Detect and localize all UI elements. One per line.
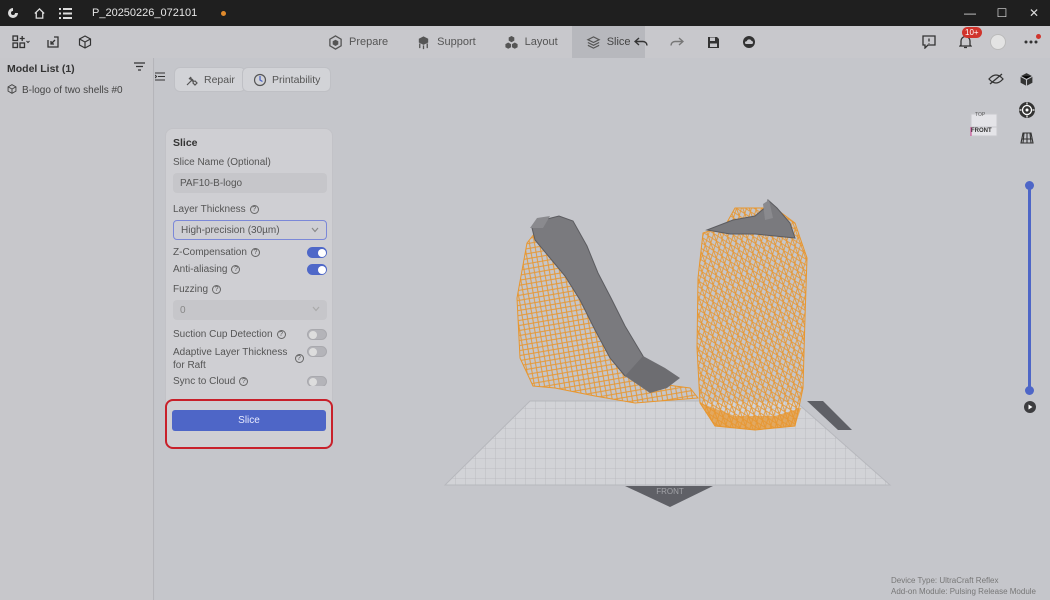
unsaved-indicator [221,10,227,16]
adaptive-layer-toggle[interactable] [307,346,327,357]
suction-cup-row: Suction Cup Detection? [173,329,327,340]
device-type: Device Type: UltraCraft Reflex [891,576,999,585]
anti-aliasing-label: Anti-aliasing [173,264,228,275]
app-logo-icon [0,0,26,26]
sync-cloud-toggle[interactable] [307,376,327,386]
model-list-header: Model List (1) [0,58,153,80]
redo-icon[interactable] [666,31,688,53]
filter-icon[interactable] [134,62,145,74]
adaptive-layer-row: Adaptive Layer Thickness for Raft ? [173,346,327,372]
tab-label: Support [437,36,476,48]
help-icon[interactable]: ? [231,265,241,274]
highlight-box [165,399,333,449]
view-cube-icon[interactable] [1015,68,1037,90]
tab-label: Slice [606,36,631,48]
window-title: P_20250226_072101 [92,7,198,19]
help-icon[interactable]: ? [249,205,259,214]
list-item[interactable]: B-logo of two shells #0 [0,80,153,100]
play-icon[interactable] [1024,401,1036,413]
slider-top-knob[interactable] [1025,181,1034,190]
chevron-down-icon [312,304,320,315]
toolbar-right: 10+ [918,26,1042,58]
help-icon[interactable]: ? [294,354,304,363]
import-icon[interactable] [42,31,64,53]
right-shell-model [696,199,808,431]
help-icon[interactable]: ? [276,330,286,339]
tab-label: Prepare [349,36,389,48]
left-shell-model [516,215,699,404]
device-info: Device Type: UltraCraft Reflex Add-on Mo… [891,575,1036,597]
slice-name-input[interactable]: PAF10-B-logo [173,173,327,193]
minimize-button[interactable]: — [954,0,986,26]
z-compensation-label: Z-Compensation [173,247,247,258]
slice-layers-icon [586,35,601,49]
anti-aliasing-toggle[interactable] [307,264,327,275]
orientation-cube[interactable]: TOP FRONT [967,110,1001,140]
alert-dot [1036,34,1041,39]
more-options-icon[interactable] [1020,31,1042,53]
slice-name-label: Slice Name (Optional) [173,157,271,168]
tab-prepare[interactable]: Prepare [314,26,402,58]
fuzzing-text: Fuzzing [173,284,209,295]
avatar[interactable] [990,34,1006,50]
addon-module: Add-on Module: Pulsing Release Module [891,587,1036,596]
z-compensation-toggle[interactable] [307,247,327,258]
panel-title: Slice [173,137,198,149]
fuzzing-value: 0 [180,304,186,316]
layout-icon [505,35,518,49]
layer-slider[interactable] [1025,181,1034,395]
cube-top-label: TOP [975,112,986,118]
slider-bottom-knob[interactable] [1025,386,1034,395]
3d-viewport[interactable]: Repair Printability FRONT Slice Slice Na… [155,58,1050,600]
fuzzing-label: Fuzzing ? [173,284,325,295]
suction-cup-label: Suction Cup Detection [173,329,273,340]
layer-thickness-label: Layer Thickness ? [173,204,325,215]
hide-view-icon[interactable] [985,68,1007,90]
prepare-icon [329,34,342,50]
layer-thickness-select[interactable]: High-precision (30µm) [173,220,327,240]
locate-icon[interactable] [1016,99,1038,121]
menu-list-icon[interactable] [52,0,78,26]
build-plate-view-icon[interactable] [1016,127,1038,149]
help-icon[interactable]: ? [212,285,222,294]
window-controls: — ☐ ✕ [954,0,1050,26]
z-compensation-row: Z-Compensation? [173,247,327,258]
help-icon[interactable]: ? [250,248,260,257]
sync-cloud-row: Sync to Cloud? [173,376,327,386]
model-list-title: Model List (1) [7,63,75,75]
tab-label: Layout [524,36,558,48]
feedback-icon[interactable] [918,31,940,53]
cloud-icon[interactable] [738,31,760,53]
fuzzing-select[interactable]: 0 [173,300,327,320]
notification-badge: 10+ [962,27,982,38]
plate-front-label: FRONT [656,487,684,496]
tab-layout[interactable]: Layout [490,26,572,58]
notification-bell[interactable]: 10+ [954,27,982,53]
workflow-tabs: Prepare Support Layout Slice [314,26,645,58]
layer-thickness-text: Layer Thickness [173,204,246,215]
save-icon[interactable] [702,31,724,53]
model-list-panel: Model List (1) B-logo of two shells #0 [0,58,154,600]
model-cube-icon[interactable] [74,31,96,53]
cube-front-label: FRONT [971,128,992,134]
close-button[interactable]: ✕ [1018,0,1050,26]
main-toolbar: Prepare Support Layout Slice 10+ [0,26,1050,58]
history-tools [630,26,760,58]
support-icon [418,35,429,49]
add-model-icon[interactable] [10,31,32,53]
adaptive-layer-label: Adaptive Layer Thickness for Raft [173,347,288,371]
help-icon[interactable]: ? [239,376,249,386]
model-cube-icon [7,83,17,97]
maximize-button[interactable]: ☐ [986,0,1018,26]
home-icon[interactable] [26,0,52,26]
model-name: B-logo of two shells #0 [22,84,123,96]
anti-aliasing-row: Anti-aliasing? [173,264,327,275]
sync-cloud-label: Sync to Cloud [173,376,236,386]
layer-thickness-value: High-precision (30µm) [181,224,280,236]
tab-support[interactable]: Support [402,26,490,58]
suction-cup-toggle[interactable] [307,329,327,340]
undo-icon[interactable] [630,31,652,53]
chevron-down-icon [311,225,319,236]
title-bar: P_20250226_072101 — ☐ ✕ [0,0,1050,26]
